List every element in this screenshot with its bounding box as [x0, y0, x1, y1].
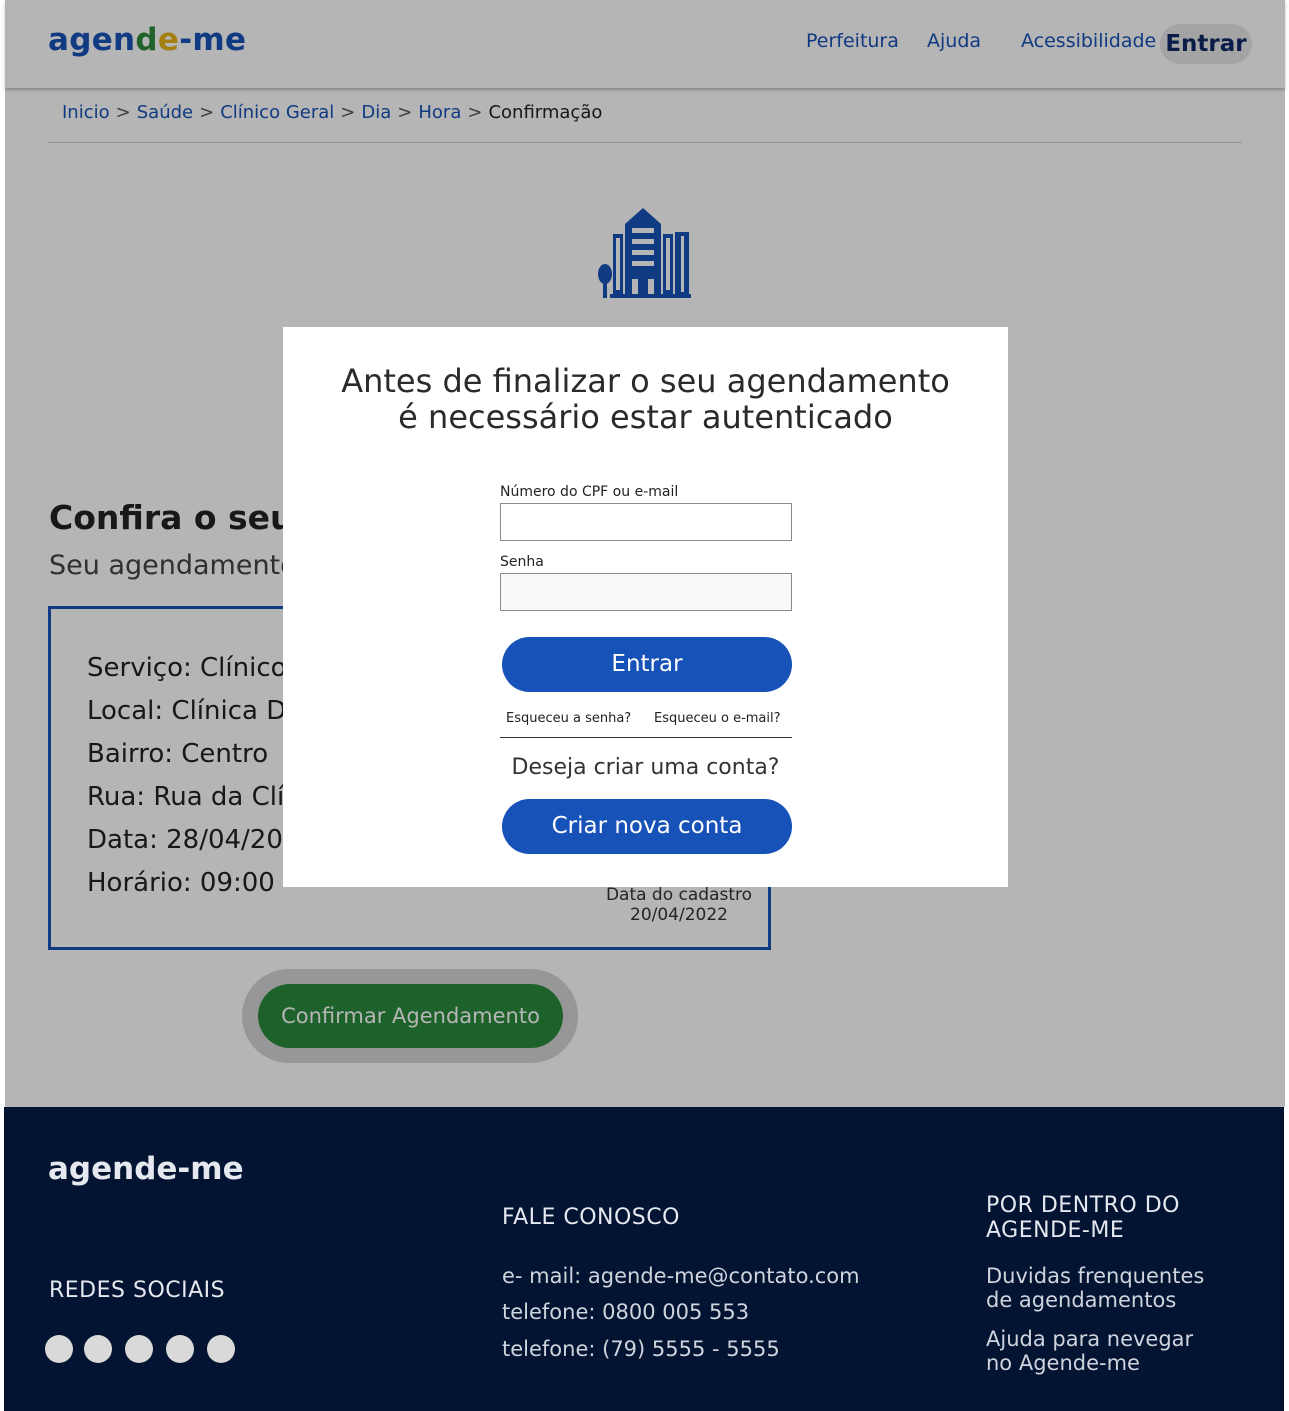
social-icon-1[interactable]: [45, 1335, 73, 1363]
inside-heading: POR DENTRO DO AGENDE-ME: [986, 1193, 1180, 1243]
password-input[interactable]: [500, 573, 792, 611]
forgot-email-link[interactable]: Esqueceu o e-mail?: [654, 711, 781, 726]
help-link[interactable]: Ajuda para nevegar no Agende-me: [986, 1327, 1193, 1375]
social-icon-2[interactable]: [84, 1335, 112, 1363]
forgot-password-link[interactable]: Esqueceu a senha?: [506, 711, 631, 726]
faq-link[interactable]: Duvidas frenquentes de agendamentos: [986, 1264, 1204, 1312]
footer-logo[interactable]: agende-me: [48, 1151, 244, 1187]
contact-phone-1: telefone: 0800 005 553: [502, 1300, 750, 1324]
password-label: Senha: [500, 554, 544, 570]
social-icon-5[interactable]: [207, 1335, 235, 1363]
page: agende-me Perfeitura Ajuda Acessibilidad…: [5, 0, 1285, 1107]
social-icon-3[interactable]: [125, 1335, 153, 1363]
contact-heading: FALE CONOSCO: [502, 1205, 680, 1230]
cpf-email-input[interactable]: [500, 503, 792, 541]
contact-phone-2: telefone: (79) 5555 - 5555: [502, 1337, 780, 1361]
social-icon-4[interactable]: [166, 1335, 194, 1363]
contact-email[interactable]: e- mail: agende-me@contato.com: [502, 1264, 860, 1288]
cpf-label: Número do CPF ou e-mail: [500, 484, 679, 500]
modal-title: Antes de finalizar o seu agendamento é n…: [341, 362, 950, 436]
login-modal: Antes de finalizar o seu agendamento é n…: [283, 327, 1008, 887]
social-heading: REDES SOCIAIS: [49, 1278, 226, 1303]
login-button[interactable]: Entrar: [502, 637, 792, 692]
footer: agende-me REDES SOCIAIS FALE CONOSCO e- …: [4, 1107, 1284, 1411]
modal-divider: [500, 737, 792, 738]
create-account-question: Deseja criar uma conta?: [511, 755, 780, 780]
create-account-button[interactable]: Criar nova conta: [502, 799, 792, 854]
